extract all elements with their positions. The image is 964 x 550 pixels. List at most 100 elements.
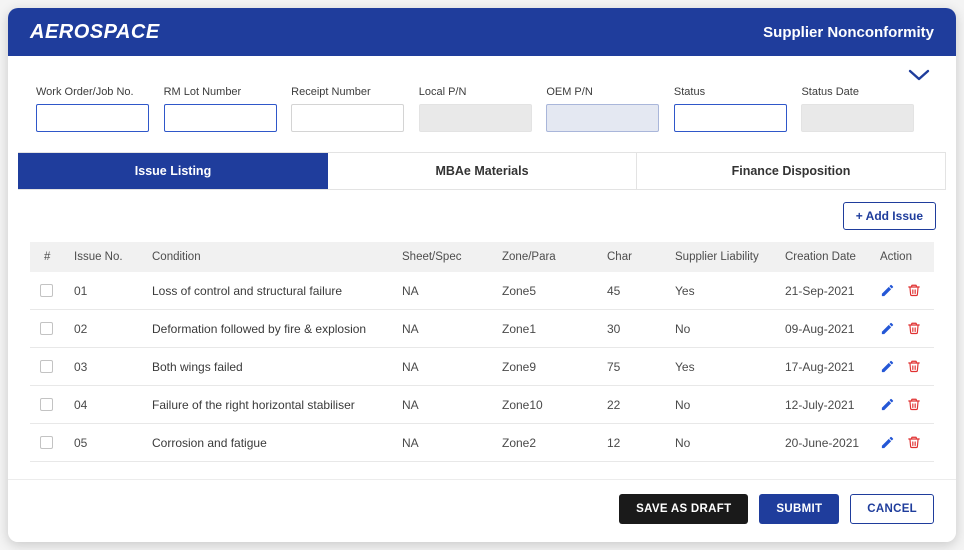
filter-bar: Work Order/Job No. RM Lot Number Receipt…	[8, 56, 956, 152]
supplier-liability-cell: No	[667, 386, 777, 424]
condition-cell: Loss of control and structural failure	[144, 272, 394, 310]
status-label: Status	[674, 86, 789, 98]
delete-icon[interactable]	[907, 359, 921, 374]
table-row: 03 Both wings failed NA Zone9 75 Yes 17-…	[30, 348, 934, 386]
row-checkbox[interactable]	[40, 322, 53, 335]
issue-no-cell: 02	[66, 310, 144, 348]
creation-date-cell: 21-Sep-2021	[777, 272, 872, 310]
rm-lot-label: RM Lot Number	[164, 86, 279, 98]
edit-icon[interactable]	[880, 359, 895, 374]
sheet-spec-cell: NA	[394, 272, 494, 310]
col-header-action: Action	[872, 242, 934, 272]
tab-bar: Issue Listing MBAe Materials Finance Dis…	[18, 152, 946, 190]
filter-work-order: Work Order/Job No.	[36, 86, 151, 132]
filter-status-date: Status Date	[801, 86, 916, 132]
condition-cell: Corrosion and fatigue	[144, 424, 394, 462]
receipt-label: Receipt Number	[291, 86, 406, 98]
work-order-input[interactable]	[36, 104, 149, 132]
footer-actions: SAVE AS DRAFT SUBMIT CANCEL	[8, 479, 956, 542]
filter-status: Status	[674, 86, 789, 132]
char-cell: 12	[599, 424, 667, 462]
col-header-checkbox: #	[30, 242, 66, 272]
condition-cell: Both wings failed	[144, 348, 394, 386]
filter-oem-pn: OEM P/N	[546, 86, 661, 132]
local-pn-label: Local P/N	[419, 86, 534, 98]
delete-icon[interactable]	[907, 397, 921, 412]
col-header-creation-date: Creation Date	[777, 242, 872, 272]
char-cell: 22	[599, 386, 667, 424]
col-header-issue-no: Issue No.	[66, 242, 144, 272]
condition-cell: Deformation followed by fire & explosion	[144, 310, 394, 348]
creation-date-cell: 17-Aug-2021	[777, 348, 872, 386]
app-card: AEROSPACE Supplier Nonconformity Work Or…	[8, 8, 956, 542]
issue-no-cell: 05	[66, 424, 144, 462]
sheet-spec-cell: NA	[394, 348, 494, 386]
table-row: 02 Deformation followed by fire & explos…	[30, 310, 934, 348]
char-cell: 75	[599, 348, 667, 386]
status-input[interactable]	[674, 104, 787, 132]
row-checkbox[interactable]	[40, 436, 53, 449]
zone-para-cell: Zone10	[494, 386, 599, 424]
app-header: AEROSPACE Supplier Nonconformity	[8, 8, 956, 56]
col-header-sheet-spec: Sheet/Spec	[394, 242, 494, 272]
creation-date-cell: 20-June-2021	[777, 424, 872, 462]
col-header-char: Char	[599, 242, 667, 272]
edit-icon[interactable]	[880, 397, 895, 412]
sheet-spec-cell: NA	[394, 386, 494, 424]
status-date-input	[801, 104, 914, 132]
oem-pn-input	[546, 104, 659, 132]
supplier-liability-cell: No	[667, 310, 777, 348]
table-row: 04 Failure of the right horizontal stabi…	[30, 386, 934, 424]
zone-para-cell: Zone9	[494, 348, 599, 386]
work-order-label: Work Order/Job No.	[36, 86, 151, 98]
status-date-label: Status Date	[801, 86, 916, 98]
creation-date-cell: 12-July-2021	[777, 386, 872, 424]
filter-rm-lot: RM Lot Number	[164, 86, 279, 132]
tab-finance-disposition[interactable]: Finance Disposition	[637, 153, 946, 189]
edit-icon[interactable]	[880, 321, 895, 336]
table-toolbar: + Add Issue	[8, 202, 936, 230]
issue-no-cell: 03	[66, 348, 144, 386]
issue-no-cell: 04	[66, 386, 144, 424]
page-title: Supplier Nonconformity	[763, 24, 934, 41]
col-header-condition: Condition	[144, 242, 394, 272]
collapse-filters-chevron-icon[interactable]	[908, 68, 930, 86]
sheet-spec-cell: NA	[394, 424, 494, 462]
submit-button[interactable]: SUBMIT	[759, 494, 839, 524]
tab-mbae-materials[interactable]: MBAe Materials	[328, 153, 637, 189]
char-cell: 45	[599, 272, 667, 310]
supplier-liability-cell: Yes	[667, 348, 777, 386]
filter-local-pn: Local P/N	[419, 86, 534, 132]
local-pn-input	[419, 104, 532, 132]
add-issue-button[interactable]: + Add Issue	[843, 202, 936, 230]
delete-icon[interactable]	[907, 435, 921, 450]
supplier-liability-cell: No	[667, 424, 777, 462]
issues-table: # Issue No. Condition Sheet/Spec Zone/Pa…	[30, 242, 934, 462]
cancel-button[interactable]: CANCEL	[850, 494, 934, 524]
receipt-input[interactable]	[291, 104, 404, 132]
zone-para-cell: Zone5	[494, 272, 599, 310]
char-cell: 30	[599, 310, 667, 348]
delete-icon[interactable]	[907, 283, 921, 298]
edit-icon[interactable]	[880, 283, 895, 298]
delete-icon[interactable]	[907, 321, 921, 336]
rm-lot-input[interactable]	[164, 104, 277, 132]
col-header-supplier-liability: Supplier Liability	[667, 242, 777, 272]
sheet-spec-cell: NA	[394, 310, 494, 348]
creation-date-cell: 09-Aug-2021	[777, 310, 872, 348]
filter-receipt: Receipt Number	[291, 86, 406, 132]
table-header-row: # Issue No. Condition Sheet/Spec Zone/Pa…	[30, 242, 934, 272]
oem-pn-label: OEM P/N	[546, 86, 661, 98]
zone-para-cell: Zone2	[494, 424, 599, 462]
zone-para-cell: Zone1	[494, 310, 599, 348]
row-checkbox[interactable]	[40, 360, 53, 373]
issue-no-cell: 01	[66, 272, 144, 310]
row-checkbox[interactable]	[40, 284, 53, 297]
tab-issue-listing[interactable]: Issue Listing	[18, 153, 328, 189]
row-checkbox[interactable]	[40, 398, 53, 411]
supplier-liability-cell: Yes	[667, 272, 777, 310]
table-row: 01 Loss of control and structural failur…	[30, 272, 934, 310]
edit-icon[interactable]	[880, 435, 895, 450]
save-as-draft-button[interactable]: SAVE AS DRAFT	[619, 494, 748, 524]
col-header-zone-para: Zone/Para	[494, 242, 599, 272]
